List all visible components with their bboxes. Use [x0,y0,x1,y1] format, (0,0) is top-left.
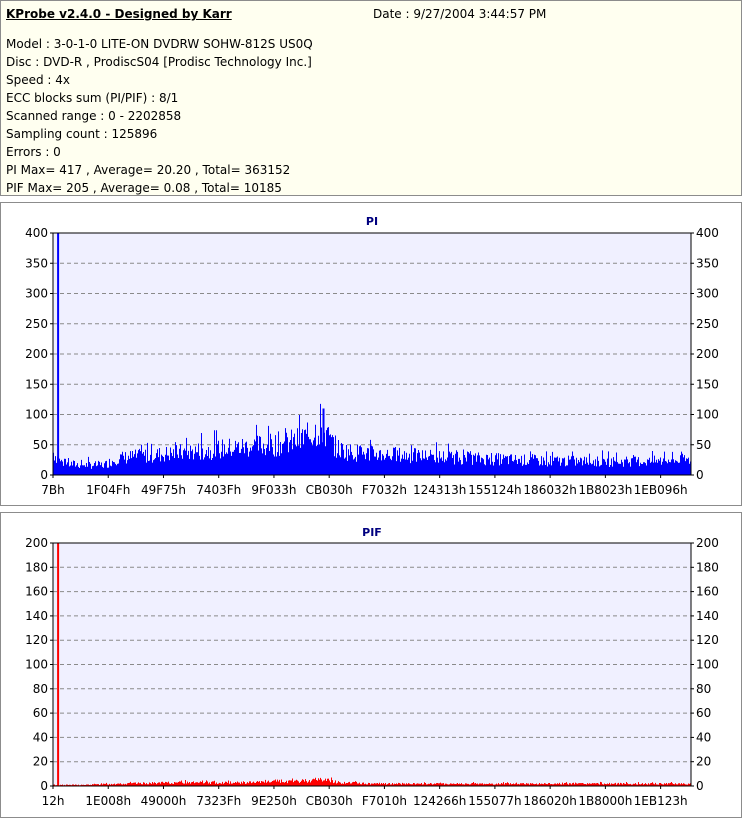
model-line: Model : 3-0-1-0 LITE-ON DVDRW SOHW-812S … [6,37,313,51]
y-tick-label-left: 140 [25,609,48,623]
y-tick-label-left: 250 [25,317,48,331]
x-tick-label: 186020h [523,794,576,808]
x-tick-label: 155124h [468,483,521,497]
chart-title: PIF [362,526,382,539]
y-tick-label-right: 40 [696,730,711,744]
scan-date: Date : 9/27/2004 3:44:57 PM [373,7,547,21]
x-tick-label: 124266h [413,794,466,808]
y-tick-label-right: 60 [696,706,711,720]
x-tick-label: CB030h [306,483,353,497]
y-tick-label-right: 350 [696,256,719,270]
y-tick-label-right: 150 [696,377,719,391]
x-tick-label: 1EB123h [634,794,688,808]
x-tick-label: 7323Fh [196,794,241,808]
sampling-line: Sampling count : 125896 [6,127,158,141]
y-tick-label-right: 20 [696,755,711,769]
x-tick-label: 155077h [468,794,521,808]
range-line: Scanned range : 0 - 2202858 [6,109,182,123]
y-tick-label-left: 100 [25,408,48,422]
y-tick-label-left: 400 [25,226,48,240]
x-tick-label: 124313h [413,483,466,497]
x-tick-label: 1EB096h [634,483,688,497]
y-tick-label-right: 160 [696,585,719,599]
x-tick-label: CB030h [306,794,353,808]
info-panel: KProbe v2.4.0 - Designed by Karr Date : … [0,0,742,196]
y-tick-label-right: 250 [696,317,719,331]
y-tick-label-right: 100 [696,408,719,422]
y-tick-label-right: 180 [696,560,719,574]
x-tick-label: 1E008h [85,794,131,808]
pif-stats-line: PIF Max= 205 , Average= 0.08 , Total= 10… [6,181,282,195]
y-tick-label-right: 0 [696,468,704,482]
pi-chart: PI 0 0 50 50 100 100 150 150 200 200 250 250 300 300 35… [25,215,719,497]
pi-stats-line: PI Max= 417 , Average= 20.20 , Total= 36… [6,163,291,177]
y-tick-label-right: 400 [696,226,719,240]
y-tick-label-left: 200 [25,536,48,550]
y-tick-label-right: 120 [696,633,719,647]
y-tick-label-left: 100 [25,658,48,672]
y-tick-label-right: 80 [696,682,711,696]
x-tick-label: 7Bh [41,483,64,497]
ecc-line: ECC blocks sum (PI/PIF) : 8/1 [6,91,179,105]
y-tick-label-right: 0 [696,779,704,793]
y-tick-label-left: 40 [33,730,48,744]
x-tick-label: 186032h [523,483,576,497]
pif-chart: PIF 0 0 20 20 40 40 60 60 80 80 100 100 120 120 140 140 1… [25,526,719,808]
x-tick-label: 1B8000h [578,794,632,808]
x-tick-label: F7032h [362,483,407,497]
pi-chart-panel: PI 0 0 50 50 100 100 150 150 200 200 250 250 300 300 35… [0,202,742,506]
y-tick-label-left: 20 [33,755,48,769]
y-tick-label-left: 120 [25,633,48,647]
x-tick-label: 1B8023h [578,483,632,497]
y-tick-label-left: 160 [25,585,48,599]
y-tick-label-right: 140 [696,609,719,623]
y-tick-label-left: 200 [25,347,48,361]
y-tick-label-left: 150 [25,377,48,391]
errors-line: Errors : 0 [6,145,61,159]
x-tick-label: 9E250h [251,794,297,808]
y-tick-label-left: 350 [25,256,48,270]
y-tick-label-right: 300 [696,287,719,301]
x-tick-label: 1F04Fh [86,483,130,497]
y-tick-label-left: 60 [33,706,48,720]
y-tick-label-right: 50 [696,438,711,452]
y-tick-label-left: 180 [25,560,48,574]
app-title: KProbe v2.4.0 - Designed by Karr [6,7,232,21]
y-tick-label-left: 0 [40,468,48,482]
speed-line: Speed : 4x [6,73,71,87]
disc-line: Disc : DVD-R , ProdiscS04 [Prodisc Techn… [6,55,312,69]
y-tick-label-right: 200 [696,536,719,550]
x-tick-label: 9F033h [251,483,296,497]
x-tick-label: 49F75h [141,483,186,497]
y-tick-label-left: 0 [40,779,48,793]
x-tick-label: 7403Fh [196,483,241,497]
y-tick-label-right: 200 [696,347,719,361]
y-tick-label-left: 80 [33,682,48,696]
x-tick-label: 49000h [141,794,187,808]
y-tick-label-right: 100 [696,658,719,672]
x-tick-label: F7010h [362,794,407,808]
chart-title: PI [366,215,378,228]
pif-chart-panel: PIF 0 0 20 20 40 40 60 60 80 80 100 100 120 120 140 140 1… [0,512,742,818]
y-tick-label-left: 50 [33,438,48,452]
x-tick-label: 12h [42,794,65,808]
y-tick-label-left: 300 [25,287,48,301]
